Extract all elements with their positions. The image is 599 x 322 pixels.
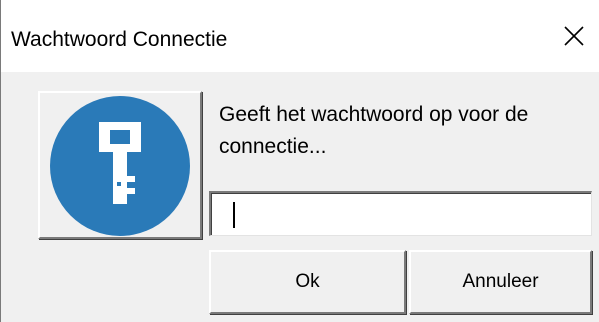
close-icon (564, 26, 584, 46)
prompt-text: Geeft het wachtwoord op voor de connecti… (219, 103, 529, 158)
window-title: Wachtwoord Connectie (11, 28, 228, 51)
title-bar[interactable]: Wachtwoord Connectie (1, 0, 599, 72)
password-dialog: Wachtwoord Connectie Geeft het wachtwoor… (0, 0, 599, 322)
cancel-button[interactable]: Annuleer (409, 250, 592, 314)
text-caret (233, 202, 235, 228)
ok-button[interactable]: Ok (209, 250, 406, 314)
key-icon-frame (38, 91, 202, 239)
password-input[interactable] (209, 191, 592, 236)
key-icon (50, 96, 190, 236)
close-button[interactable] (549, 14, 599, 58)
